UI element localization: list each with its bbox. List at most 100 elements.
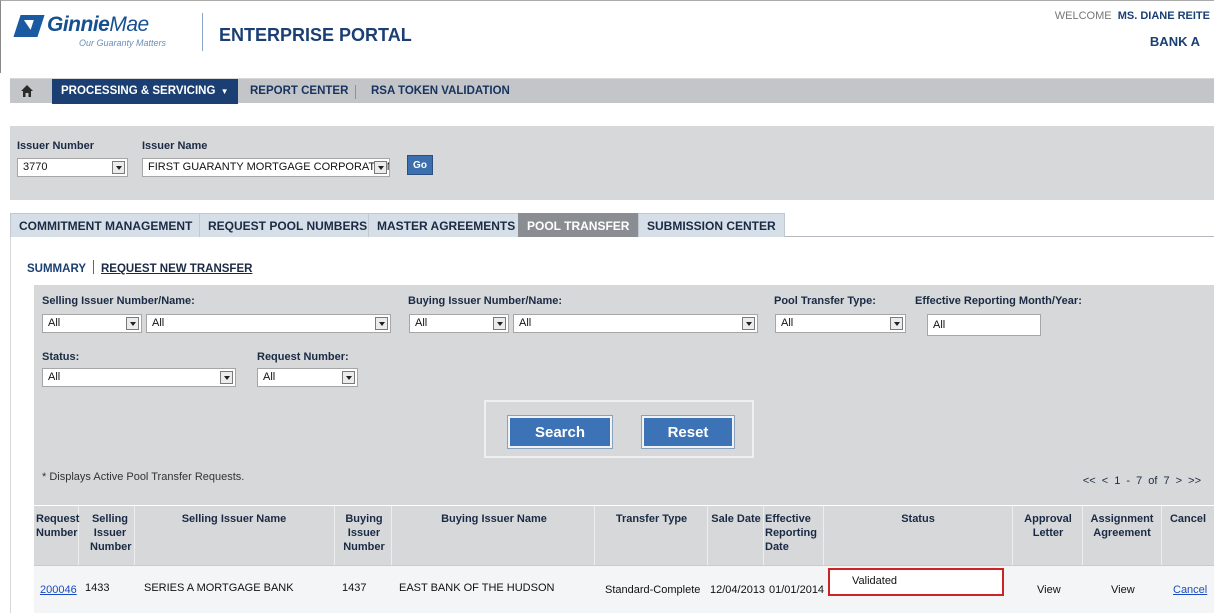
- request-number-label: Request Number:: [257, 351, 349, 363]
- issuer-number-value: 3770: [23, 161, 48, 173]
- buying-issuer-number-cell: 1437: [342, 582, 367, 594]
- effective-reporting-input[interactable]: All: [927, 314, 1041, 336]
- effective-reporting-label: Effective Reporting Month/Year:: [915, 295, 1082, 307]
- pagination[interactable]: << < 1 - 7 of 7 > >>: [1083, 475, 1201, 487]
- status-badge: Validated: [852, 575, 898, 587]
- buying-issuer-name-select[interactable]: All: [513, 314, 758, 333]
- chevron-down-icon: [375, 317, 388, 330]
- transfer-type-cell: Standard-Complete: [605, 584, 701, 596]
- tab-commitment-management[interactable]: COMMITMENT MANAGEMENT: [10, 213, 202, 237]
- subnav-request-new-transfer-link[interactable]: REQUEST NEW TRANSFER: [101, 263, 252, 275]
- selling-issuer-name-cell: SERIES A MORTGAGE BANK: [144, 582, 294, 594]
- table-row: 200046 1433 SERIES A MORTGAGE BANK 1437 …: [34, 565, 1214, 613]
- selling-issuer-name-select[interactable]: All: [146, 314, 391, 333]
- col-buying-issuer-name[interactable]: Buying Issuer Name: [399, 512, 589, 526]
- col-cancel: Cancel: [1169, 513, 1207, 525]
- go-button[interactable]: Go: [407, 155, 433, 175]
- cancel-link[interactable]: Cancel: [1173, 584, 1207, 596]
- status-filter-select[interactable]: All: [42, 368, 236, 387]
- module-tabs: COMMITMENT MANAGEMENT REQUEST POOL NUMBE…: [10, 211, 1214, 237]
- subnav-summary-link[interactable]: SUMMARY: [27, 263, 86, 275]
- nav-item-label: PROCESSING & SERVICING: [61, 85, 216, 97]
- pool-transfer-type-value: All: [781, 317, 794, 329]
- request-number-select[interactable]: All: [257, 368, 358, 387]
- ginnie-mae-logo-mark-icon: [13, 15, 45, 37]
- issuer-selector-panel: Issuer Number 3770 Issuer Name FIRST GUA…: [10, 126, 1214, 200]
- portal-header: GinnieMae Our Guaranty Matters ENTERPRIS…: [0, 0, 1214, 73]
- selling-issuer-name-value: All: [152, 317, 165, 329]
- col-selling-issuer-name[interactable]: Selling Issuer Name: [144, 512, 324, 526]
- chevron-down-icon: ▼: [220, 87, 229, 96]
- nav-item-rsa-token-validation[interactable]: RSA TOKEN VALIDATION: [362, 79, 519, 104]
- search-button[interactable]: Search: [508, 416, 612, 448]
- sale-date-cell: 12/04/2013: [710, 584, 766, 596]
- col-approval-letter: Approval Letter: [1024, 513, 1072, 539]
- status-cell-highlight: Validated: [828, 568, 1004, 596]
- logo-wordmark: GinnieMae: [47, 13, 149, 36]
- selling-issuer-number-cell: 1433: [85, 582, 110, 594]
- pool-transfer-content: SUMMARY REQUEST NEW TRANSFER Selling Issu…: [10, 237, 1214, 613]
- buying-issuer-number-value: All: [415, 317, 428, 329]
- buying-issuer-name-cell: EAST BANK OF THE HUDSON: [399, 582, 555, 594]
- header-divider: [202, 13, 203, 51]
- chevron-down-icon: [112, 161, 125, 174]
- chevron-down-icon: [374, 161, 387, 174]
- col-transfer-type[interactable]: Transfer Type: [599, 512, 704, 526]
- status-filter-value: All: [48, 371, 61, 383]
- request-number-link[interactable]: 200046: [40, 584, 77, 596]
- col-request-number[interactable]: Request Number: [36, 512, 79, 540]
- col-selling-issuer-number[interactable]: Selling Issuer Number: [90, 512, 132, 554]
- chevron-down-icon: [126, 317, 139, 330]
- tab-master-agreements[interactable]: MASTER AGREEMENTS: [368, 213, 525, 237]
- user-name: MS. DIANE REITE: [1117, 10, 1210, 22]
- pool-transfer-type-select[interactable]: All: [775, 314, 906, 333]
- issuer-number-select[interactable]: 3770: [17, 158, 128, 177]
- col-assignment-agreement: Assignment Agreement: [1090, 513, 1154, 539]
- tab-pool-transfer[interactable]: POOL TRANSFER: [518, 213, 639, 237]
- welcome-message: WELCOME MS. DIANE REITE: [1055, 10, 1210, 22]
- search-filter-panel: Selling Issuer Number/Name: Buying Issue…: [34, 285, 1214, 527]
- buying-issuer-number-select[interactable]: All: [409, 314, 509, 333]
- welcome-prefix: WELCOME: [1054, 10, 1112, 22]
- transfer-table-header: Request Number Selling Issuer Number Sel…: [34, 505, 1214, 613]
- ginnie-mae-logo[interactable]: GinnieMae Our Guaranty Matters: [13, 13, 187, 53]
- chevron-down-icon: [220, 371, 233, 384]
- issuer-name-label: Issuer Name: [142, 140, 208, 152]
- nav-separator: [355, 85, 356, 99]
- logo-tagline: Our Guaranty Matters: [79, 38, 167, 48]
- effective-date-cell: 01/01/2014: [769, 584, 825, 596]
- search-actions: Search Reset: [484, 400, 754, 458]
- buying-issuer-name-value: All: [519, 317, 532, 329]
- nav-item-report-center[interactable]: REPORT CENTER: [241, 79, 357, 104]
- bank-name: BANK A: [1149, 34, 1200, 49]
- assignment-agreement-view-link[interactable]: View: [1111, 584, 1135, 596]
- issuer-name-select[interactable]: FIRST GUARANTY MORTGAGE CORPORATION: [142, 158, 390, 177]
- buying-issuer-label: Buying Issuer Number/Name:: [408, 295, 563, 307]
- selling-issuer-number-value: All: [48, 317, 61, 329]
- chevron-down-icon: [890, 317, 903, 330]
- main-nav: PROCESSING & SERVICING ▼ REPORT CENTER R…: [10, 78, 1214, 104]
- reset-button[interactable]: Reset: [642, 416, 734, 448]
- request-number-value: All: [263, 371, 276, 383]
- issuer-number-label: Issuer Number: [17, 140, 95, 152]
- chevron-down-icon: [342, 371, 355, 384]
- issuer-name-value: FIRST GUARANTY MORTGAGE CORPORATION: [148, 161, 390, 173]
- selling-issuer-number-select[interactable]: All: [42, 314, 142, 333]
- subnav-separator: [93, 260, 94, 274]
- approval-letter-view-link[interactable]: View: [1037, 584, 1061, 596]
- col-buying-issuer-number[interactable]: Buying Issuer Number: [342, 512, 386, 554]
- home-icon[interactable]: [20, 84, 34, 98]
- chevron-down-icon: [493, 317, 506, 330]
- portal-title: ENTERPRISE PORTAL: [219, 25, 412, 45]
- col-status[interactable]: Status: [826, 512, 1010, 526]
- col-sale-date[interactable]: Sale Date: [708, 512, 764, 526]
- chevron-down-icon: [742, 317, 755, 330]
- tab-request-pool-numbers[interactable]: REQUEST POOL NUMBERS: [199, 213, 377, 237]
- status-filter-label: Status:: [42, 351, 80, 363]
- nav-item-processing-servicing[interactable]: PROCESSING & SERVICING ▼: [52, 79, 238, 104]
- tab-submission-center[interactable]: SUBMISSION CENTER: [638, 213, 785, 237]
- selling-issuer-label: Selling Issuer Number/Name:: [42, 295, 195, 307]
- col-effective-reporting-date[interactable]: Effective Reporting Date: [765, 512, 820, 554]
- pool-transfer-subnav: SUMMARY REQUEST NEW TRANSFER: [27, 260, 252, 275]
- pool-transfer-type-label: Pool Transfer Type:: [774, 295, 876, 307]
